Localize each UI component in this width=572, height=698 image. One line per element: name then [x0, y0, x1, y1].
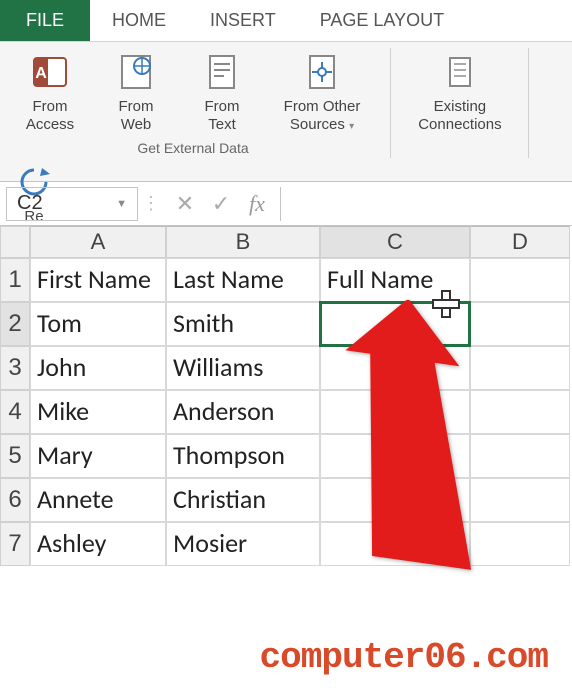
tab-file[interactable]: FILE: [0, 0, 90, 41]
cancel-formula-button[interactable]: ✕: [168, 187, 202, 221]
formula-input[interactable]: [280, 187, 572, 221]
cell-a5[interactable]: Mary: [30, 434, 166, 478]
existing-connections-button[interactable]: Existing Connections: [410, 50, 510, 134]
group-get-external-data: A From Access From Web From Text: [8, 48, 378, 156]
group-separator-2: [528, 48, 529, 158]
cell-d1[interactable]: [470, 258, 570, 302]
watermark-text: computer06.com: [260, 637, 548, 678]
row-header-1[interactable]: 1: [0, 258, 30, 302]
col-header-a[interactable]: A: [30, 226, 166, 258]
annotation-arrow: [330, 300, 520, 600]
cell-a3[interactable]: John: [30, 346, 166, 390]
tab-pagelayout[interactable]: PAGE LAYOUT: [298, 0, 466, 41]
cell-b6[interactable]: Christian: [166, 478, 320, 522]
cell-b4[interactable]: Anderson: [166, 390, 320, 434]
cell-b3[interactable]: Williams: [166, 346, 320, 390]
cell-a2[interactable]: Tom: [30, 302, 166, 346]
name-box-value: C2: [17, 192, 43, 215]
dropdown-caret-icon: ▾: [349, 121, 354, 132]
row-header-4[interactable]: 4: [0, 390, 30, 434]
from-web-label: From Web: [119, 98, 154, 134]
from-other-sources-label: From Other Sources ▾: [284, 98, 361, 134]
tab-home[interactable]: HOME: [90, 0, 188, 41]
cell-b7[interactable]: Mosier: [166, 522, 320, 566]
ribbon: A From Access From Web From Text: [0, 42, 572, 182]
row-header-5[interactable]: 5: [0, 434, 30, 478]
formula-bar-dots-icon: ⋮: [140, 193, 162, 214]
ribbon-tabs: FILE HOME INSERT PAGE LAYOUT: [0, 0, 572, 42]
name-box-dropdown-icon[interactable]: ▼: [116, 198, 127, 210]
col-header-b[interactable]: B: [166, 226, 320, 258]
text-file-icon: [200, 50, 244, 94]
enter-formula-button[interactable]: ✓: [204, 187, 238, 221]
from-other-sources-button[interactable]: From Other Sources ▾: [272, 50, 372, 134]
from-access-button[interactable]: A From Access: [14, 50, 86, 134]
row-header-7[interactable]: 7: [0, 522, 30, 566]
name-box[interactable]: C2 ▼: [6, 187, 138, 221]
web-icon: [114, 50, 158, 94]
insert-function-button[interactable]: fx: [240, 187, 274, 221]
row-header-3[interactable]: 3: [0, 346, 30, 390]
row-header-6[interactable]: 6: [0, 478, 30, 522]
cell-a6[interactable]: Annete: [30, 478, 166, 522]
group-separator: [390, 48, 391, 158]
formula-bar: C2 ▼ ⋮ ✕ ✓ fx: [0, 182, 572, 226]
from-text-button[interactable]: From Text: [186, 50, 258, 134]
connections-icon: [438, 50, 482, 94]
svg-text:A: A: [35, 65, 47, 82]
from-access-label: From Access: [26, 98, 74, 134]
select-all-corner[interactable]: [0, 226, 30, 258]
group-connections: Existing Connections: [404, 48, 516, 136]
other-sources-icon: [300, 50, 344, 94]
col-header-d[interactable]: D: [470, 226, 570, 258]
cell-b2[interactable]: Smith: [166, 302, 320, 346]
cell-a1[interactable]: First Name: [30, 258, 166, 302]
access-icon: A: [28, 50, 72, 94]
tab-insert[interactable]: INSERT: [188, 0, 298, 41]
from-web-button[interactable]: From Web: [100, 50, 172, 134]
group-label-external-data: Get External Data: [8, 140, 378, 156]
existing-connections-label: Existing Connections: [418, 98, 501, 134]
col-header-c[interactable]: C: [320, 226, 470, 258]
cell-c1[interactable]: Full Name: [320, 258, 470, 302]
cell-b1[interactable]: Last Name: [166, 258, 320, 302]
cell-a4[interactable]: Mike: [30, 390, 166, 434]
cell-b5[interactable]: Thompson: [166, 434, 320, 478]
from-text-label: From Text: [205, 98, 240, 134]
row-header-2[interactable]: 2: [0, 302, 30, 346]
cell-a7[interactable]: Ashley: [30, 522, 166, 566]
